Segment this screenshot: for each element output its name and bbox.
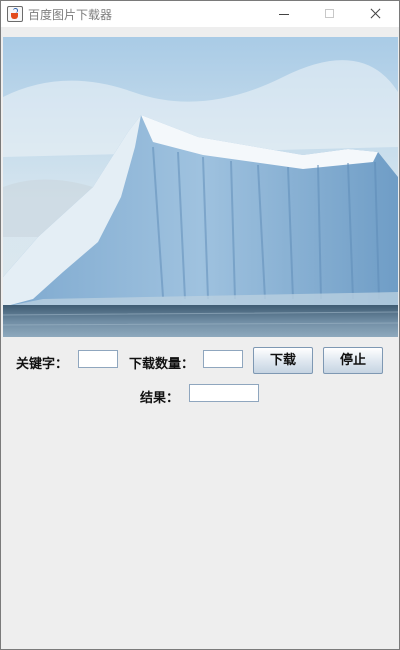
result-label: 结果： bbox=[140, 391, 180, 406]
close-icon[interactable] bbox=[353, 1, 399, 27]
app-window: 百度图片下载器 关键字： 下载数量： 下载 停止 结果： bbox=[0, 0, 400, 650]
download-count-input[interactable] bbox=[203, 350, 243, 368]
result-field[interactable] bbox=[189, 384, 259, 402]
java-cup-icon bbox=[7, 6, 23, 22]
maximize-icon bbox=[307, 1, 353, 27]
download-count-label: 下载数量： bbox=[129, 357, 195, 372]
keyword-input[interactable] bbox=[78, 350, 118, 368]
banner-image bbox=[3, 37, 398, 337]
download-button[interactable]: 下载 bbox=[253, 347, 313, 374]
iceberg-photo bbox=[3, 37, 398, 337]
keyword-label: 关键字： bbox=[16, 357, 69, 372]
title-bar[interactable]: 百度图片下载器 bbox=[1, 1, 399, 27]
minimize-icon[interactable] bbox=[261, 1, 307, 27]
stop-button[interactable]: 停止 bbox=[323, 347, 383, 374]
window-title: 百度图片下载器 bbox=[28, 8, 113, 22]
